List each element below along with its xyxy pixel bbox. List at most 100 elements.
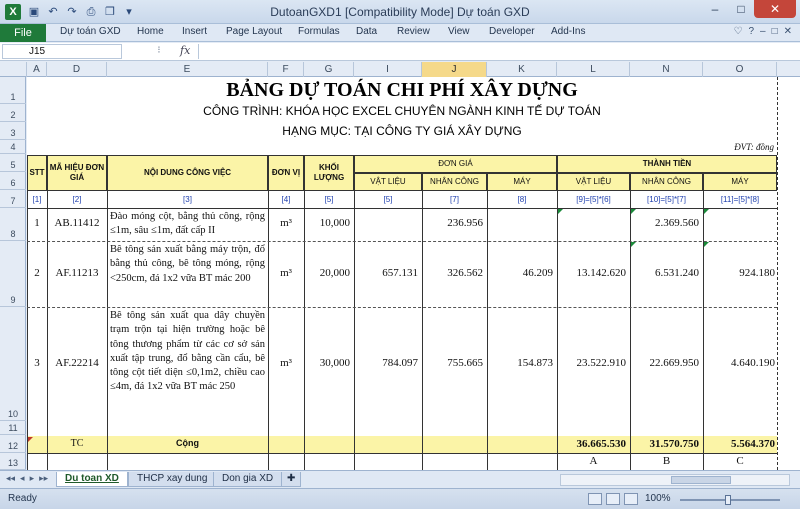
item-2-work[interactable]: Bê tông sản xuất bằng máy trộn, đổ bằng … bbox=[110, 243, 265, 286]
new-sheet-icon[interactable]: ✚ bbox=[281, 472, 302, 487]
tab-review[interactable]: Review bbox=[397, 26, 430, 37]
formula-input[interactable] bbox=[198, 44, 788, 59]
tab-insert[interactable]: Insert bbox=[182, 26, 207, 37]
column-header-d[interactable]: D bbox=[47, 62, 107, 77]
item-2-qty[interactable]: 20,000 bbox=[304, 267, 350, 279]
horizontal-scrollbar[interactable] bbox=[560, 474, 790, 486]
row-header-6[interactable]: 6 bbox=[0, 172, 26, 190]
item-2-total-labor[interactable]: 6.531.240 bbox=[630, 267, 699, 279]
item-2-total-material[interactable]: 13.142.620 bbox=[557, 267, 627, 279]
workbook-restore-icon[interactable]: □ bbox=[772, 26, 778, 37]
item-2-stt[interactable]: 2 bbox=[27, 267, 47, 279]
select-all-corner[interactable] bbox=[0, 62, 27, 77]
item-3-unit[interactable]: m³ bbox=[268, 357, 304, 369]
excel-app-icon[interactable]: X bbox=[5, 4, 21, 20]
item-3-code[interactable]: AF.22214 bbox=[47, 357, 107, 369]
workbook-minimize-icon[interactable]: – bbox=[760, 26, 766, 37]
undo-icon[interactable]: ↶ bbox=[45, 4, 61, 20]
row-header-10[interactable]: 10 bbox=[0, 307, 26, 421]
column-header-f[interactable]: F bbox=[268, 62, 304, 77]
first-sheet-icon[interactable]: ◂◂ bbox=[6, 473, 15, 484]
column-header-n[interactable]: N bbox=[630, 62, 703, 77]
save-icon[interactable]: ▣ bbox=[26, 4, 42, 20]
redo-icon[interactable]: ↷ bbox=[64, 4, 80, 20]
page-layout-view-icon[interactable] bbox=[606, 493, 620, 505]
row-header-5[interactable]: 5 bbox=[0, 154, 26, 172]
item-2-labor[interactable]: 326.562 bbox=[422, 267, 483, 279]
item-3-machine[interactable]: 154.873 bbox=[487, 357, 553, 369]
row-header-11[interactable]: 11 bbox=[0, 421, 26, 435]
total-label[interactable]: Cộng bbox=[107, 438, 268, 448]
tab-data[interactable]: Data bbox=[356, 26, 377, 37]
prev-sheet-icon[interactable]: ◂ bbox=[20, 473, 25, 484]
name-box[interactable]: J15 bbox=[2, 44, 122, 59]
tab-home[interactable]: Home bbox=[137, 26, 164, 37]
tab-file[interactable]: File bbox=[0, 24, 46, 42]
total-material[interactable]: 36.665.530 bbox=[557, 438, 627, 450]
item-1-total-labor[interactable]: 2.369.560 bbox=[630, 217, 699, 229]
sheet-tab-du-toan-xd[interactable]: Du toan XD bbox=[56, 472, 128, 487]
total-code[interactable]: TC bbox=[47, 438, 107, 449]
next-sheet-icon[interactable]: ▸ bbox=[30, 473, 35, 484]
page-break-view-icon[interactable] bbox=[624, 493, 638, 505]
last-sheet-icon[interactable]: ▸▸ bbox=[39, 473, 48, 484]
normal-view-icon[interactable] bbox=[588, 493, 602, 505]
row-header-9[interactable]: 9 bbox=[0, 241, 26, 307]
item-3-total-machine[interactable]: 4.640.190 bbox=[703, 357, 775, 369]
column-header-e[interactable]: E bbox=[107, 62, 268, 77]
insert-function-icon[interactable]: fx bbox=[180, 44, 190, 57]
letter-a[interactable]: A bbox=[557, 455, 630, 467]
item-3-total-material[interactable]: 23.522.910 bbox=[557, 357, 627, 369]
column-header-a[interactable]: A bbox=[27, 62, 47, 77]
column-header-l[interactable]: L bbox=[557, 62, 630, 77]
sheet-tab-thcp-xay-dung[interactable]: THCP xay dung bbox=[128, 472, 217, 487]
item-3-work[interactable]: Bê tông sản xuất qua dây chuyền trạm trộ… bbox=[110, 309, 265, 395]
item-3-material[interactable]: 784.097 bbox=[354, 357, 418, 369]
worksheet-grid[interactable]: BẢNG DỰ TOÁN CHI PHÍ XÂY DỰNG CÔNG TRÌNH… bbox=[27, 77, 800, 470]
total-labor[interactable]: 31.570.750 bbox=[630, 438, 700, 450]
row-header-4[interactable]: 4 bbox=[0, 140, 26, 154]
help-icon[interactable]: ? bbox=[748, 26, 754, 37]
item-1-labor[interactable]: 236.956 bbox=[422, 217, 483, 229]
item-3-labor[interactable]: 755.665 bbox=[422, 357, 483, 369]
print-preview-icon[interactable]: ⎙ bbox=[83, 4, 99, 20]
item-1-stt[interactable]: 1 bbox=[27, 217, 47, 229]
letter-b[interactable]: B bbox=[630, 455, 703, 467]
column-header-j[interactable]: J bbox=[422, 62, 487, 77]
zoom-level[interactable]: 100% bbox=[645, 493, 671, 504]
tab-page-layout[interactable]: Page Layout bbox=[226, 26, 282, 37]
tab-formulas[interactable]: Formulas bbox=[298, 26, 340, 37]
item-1-qty[interactable]: 10,000 bbox=[304, 217, 350, 229]
item-2-total-machine[interactable]: 924.180 bbox=[703, 267, 775, 279]
item-3-qty[interactable]: 30,000 bbox=[304, 357, 350, 369]
item-3-stt[interactable]: 3 bbox=[27, 357, 47, 369]
heart-icon[interactable]: ♡ bbox=[733, 26, 742, 37]
item-1-unit[interactable]: m³ bbox=[268, 217, 304, 229]
row-header-8[interactable]: 8 bbox=[0, 208, 26, 241]
column-header-g[interactable]: G bbox=[304, 62, 354, 77]
column-header-i[interactable]: I bbox=[354, 62, 422, 77]
tab-view[interactable]: View bbox=[448, 26, 470, 37]
column-header-k[interactable]: K bbox=[487, 62, 557, 77]
item-2-unit[interactable]: m³ bbox=[268, 267, 304, 279]
column-header-o[interactable]: O bbox=[703, 62, 777, 77]
tab-developer[interactable]: Developer bbox=[489, 26, 535, 37]
maximize-button[interactable]: □ bbox=[728, 0, 754, 18]
item-1-work[interactable]: Đào móng cột, bằng thủ công, rộng ≤1m, s… bbox=[110, 210, 265, 239]
row-header-12[interactable]: 12 bbox=[0, 435, 26, 453]
row-header-13[interactable]: 13 bbox=[0, 453, 26, 470]
row-header-1[interactable]: 1 bbox=[0, 77, 26, 104]
total-machine[interactable]: 5.564.370 bbox=[703, 438, 775, 450]
customize-qat-icon[interactable]: ▾ bbox=[121, 4, 137, 20]
minimize-button[interactable]: – bbox=[702, 0, 728, 18]
letter-c[interactable]: C bbox=[703, 455, 777, 467]
item-1-code[interactable]: AB.11412 bbox=[47, 217, 107, 229]
item-2-machine[interactable]: 46.209 bbox=[487, 267, 553, 279]
scrollbar-thumb[interactable] bbox=[671, 476, 731, 484]
item-3-total-labor[interactable]: 22.669.950 bbox=[630, 357, 700, 369]
zoom-slider[interactable] bbox=[680, 495, 780, 505]
close-button[interactable]: ✕ bbox=[754, 0, 796, 18]
row-header-3[interactable]: 3 bbox=[0, 122, 26, 140]
workbook-close-icon[interactable]: ✕ bbox=[784, 26, 792, 37]
tab-du-toan-gxd[interactable]: Dự toán GXD bbox=[60, 26, 121, 37]
